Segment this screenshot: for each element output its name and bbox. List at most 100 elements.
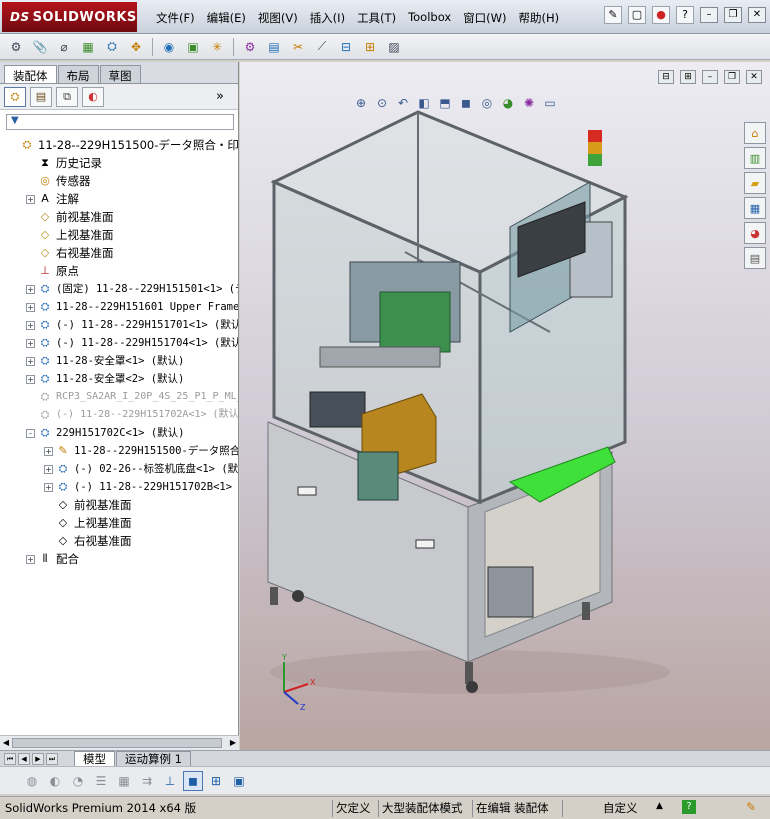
restore-button[interactable]: ❐ [724,7,742,23]
graphics-area[interactable]: ⊟ ⊞ – ❐ ✕ ⊕ ⊙ ↶ ◧ ⬒ ◼ ◎ ◕ ✺ ▭ Y X Z ⌂ ▥ … [240,62,770,750]
tree-item[interactable]: ⛭ 11-28--229H151500-データ照合・印字装 [0,136,238,154]
expand-toggle-icon[interactable]: + [26,357,35,366]
paperclip-icon[interactable]: ⌀ [54,37,74,57]
rebuild-icon[interactable]: ✎ [746,800,756,814]
detail-view-icon[interactable]: ▣ [229,771,249,791]
tree-item[interactable]: ⧗ 历史记录 [0,154,238,172]
expand-toggle-icon[interactable]: + [26,285,35,294]
expand-toggle-icon[interactable]: + [44,465,53,474]
menu-edit[interactable]: 编辑(E) [201,8,252,28]
tree-item[interactable]: ◇ 上视基准面 [0,514,238,532]
tree-item[interactable]: ⛭ (-) 11-28--229H151702A<1> (默认) [0,406,238,424]
prev-tab-icon[interactable]: ◀ [18,753,30,765]
status-units[interactable]: 自定义 [600,800,641,817]
minimize-button[interactable]: – [700,7,718,23]
expand-toggle-icon[interactable]: + [26,321,35,330]
insert-component-icon[interactable]: ⚙ [6,37,26,57]
menu-tools[interactable]: 工具(T) [351,8,402,28]
solidworks-logo[interactable]: DS SOLIDWORKS [2,2,137,32]
tab-motion-study-1[interactable]: 运动算例 1 [116,751,191,767]
scrollbar-thumb[interactable] [12,738,222,748]
tree-item[interactable]: + ⫴ 配合 [0,550,238,568]
tab-layout[interactable]: 布局 [57,65,99,83]
menu-insert[interactable]: 插入(I) [304,8,351,28]
menu-window[interactable]: 窗口(W) [457,8,512,28]
options-icon[interactable]: ▨ [384,37,404,57]
solidworks-resources-icon[interactable]: ⌂ [744,122,766,144]
new-motion-study-icon[interactable]: ⚙ [240,37,260,57]
appearances-icon[interactable]: ◕ [744,222,766,244]
tree-item[interactable]: + ✎ 11-28--229H151500-データ照合 [0,442,238,460]
assembly-features-icon[interactable]: ▣ [183,37,203,57]
tree-item[interactable]: - ⛭ 229H151702C<1> (默认) [0,424,238,442]
tree-item[interactable]: + A 注解 [0,190,238,208]
expand-toggle-icon[interactable]: + [26,375,35,384]
isometric-view-icon[interactable]: ◼ [183,770,203,791]
configuration-manager-icon[interactable]: ⧉ [56,86,78,107]
interference-detection-icon[interactable]: ⟋ [312,37,332,57]
assembly-render[interactable] [240,62,770,750]
mate-icon[interactable]: 📎 [30,37,50,57]
tree-item[interactable]: + ⛭ (-) 11-28--229H151702B<1> (默 [0,478,238,496]
menu-toolbox[interactable]: Toolbox [402,8,457,28]
tree-item[interactable]: + ⛭ (固定) 11-28--229H151501<1> (デフ [0,280,238,298]
menu-help[interactable]: 帮助(H) [513,8,566,28]
instant3d-icon[interactable]: ⊞ [360,37,380,57]
help-icon[interactable]: ? [676,6,694,24]
chart-icon[interactable]: ⊥ [160,771,180,791]
grid-view-icon[interactable]: ▦ [114,771,134,791]
shaded-icon[interactable]: ◐ [45,771,65,791]
tree-item[interactable]: ◇ 上视基准面 [0,226,238,244]
traffic-light-icon[interactable]: ● [652,6,670,24]
shaded-with-edges-icon[interactable]: ◍ [22,771,42,791]
last-tab-icon[interactable]: ⏭ [46,753,58,765]
tree-item[interactable]: ◇ 前视基准面 [0,496,238,514]
collapse-toggle-icon[interactable]: - [26,429,35,438]
tree-item[interactable]: ◇ 右视基准面 [0,244,238,262]
view-palette-icon[interactable]: ▦ [744,197,766,219]
new-document-icon[interactable]: ▢ [628,6,646,24]
custom-properties-icon[interactable]: ▤ [744,247,766,269]
filter-icon[interactable]: ▼ [11,115,19,126]
tree-item[interactable]: + ⛭ 11-28-安全罩<1> (默认) [0,352,238,370]
reference-geometry-icon[interactable]: ✳ [207,37,227,57]
expand-toggle-icon[interactable]: + [26,555,35,564]
tree-item[interactable]: ◇ 前视基准面 [0,208,238,226]
more-chevron-icon[interactable]: » [216,89,224,104]
tree-item[interactable]: + ⛭ (-) 11-28--229H151704<1> (默认) [0,334,238,352]
show-hidden-icon[interactable]: ◉ [159,37,179,57]
expand-toggle-icon[interactable]: + [44,483,53,492]
first-tab-icon[interactable]: ⏮ [4,753,16,765]
tree-item[interactable]: + ⛭ 11-28--229H151601 Upper Frame As [0,298,238,316]
tree-item[interactable]: ◎ 传感器 [0,172,238,190]
linear-pattern-icon[interactable]: ▦ [78,37,98,57]
expand-toggle-icon[interactable]: + [26,195,35,204]
list-view-icon[interactable]: ☰ [91,771,111,791]
units-up-arrow-icon[interactable]: ▲ [656,801,663,811]
exploded-view-icon[interactable]: ✂ [288,37,308,57]
scroll-left-icon[interactable]: ◀ [1,738,11,748]
menu-file[interactable]: 文件(F) [150,8,201,28]
move-component-icon[interactable]: ✥ [126,37,146,57]
tree-item[interactable]: ⛭ RCP3_SA2AR_I_20P_4S_25_P1_P_ML_20 [0,388,238,406]
tree-item[interactable]: + ⛭ 11-28-安全罩<2> (默认) [0,370,238,388]
close-button[interactable]: ✕ [748,7,766,23]
bill-of-materials-icon[interactable]: ▤ [264,37,284,57]
next-tab-icon[interactable]: ▶ [32,753,44,765]
tree-item[interactable]: ⊥ 原点 [0,262,238,280]
tree-horizontal-scrollbar[interactable]: ◀ ▶ [0,735,239,750]
help-status-icon[interactable]: ? [682,800,696,814]
design-library-icon[interactable]: ▥ [744,147,766,169]
hidden-lines-icon[interactable]: ◔ [68,771,88,791]
table-view-icon[interactable]: ⊞ [206,771,226,791]
pin-icon[interactable]: ✎ [604,6,622,24]
tab-assembly[interactable]: 装配体 [4,65,57,83]
tab-sketch[interactable]: 草图 [99,65,141,83]
menu-view[interactable]: 视图(V) [252,8,304,28]
tree-filter-input[interactable]: ▼ [6,114,234,130]
expand-toggle-icon[interactable]: + [26,303,35,312]
tab-model[interactable]: 模型 [74,751,115,767]
file-explorer-icon[interactable]: ▰ [744,172,766,194]
tree-item[interactable]: ◇ 右视基准面 [0,532,238,550]
expand-toggle-icon[interactable]: + [44,447,53,456]
